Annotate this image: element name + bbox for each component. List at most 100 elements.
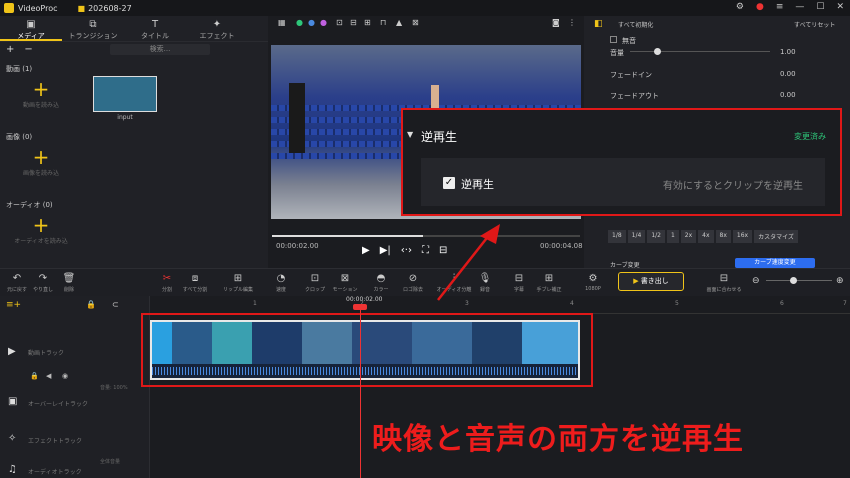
changed-status: 変更済み [794,132,826,141]
image-section-title[interactable]: 画像 (0) [0,132,32,142]
curve-speed-button[interactable]: カーブ速度変更 [735,258,815,268]
speed-button[interactable]: 1/2 [647,230,665,243]
export-button[interactable]: ▶ 書き出し [618,272,684,291]
tab-media[interactable]: ▣ メディア [0,16,62,41]
add-audio-button[interactable]: + オーディオを読み込 [8,214,74,256]
snapshot-icon[interactable]: ◙ [552,18,560,27]
project-name[interactable]: ■ 202608-27 [78,4,132,13]
crop-button[interactable]: ⊡ クロップ [300,273,330,293]
color-button[interactable]: ◓ カラー [366,273,396,293]
playhead-handle[interactable] [353,304,367,310]
split-all-button[interactable]: ⧈ すべて分割 [180,273,210,293]
effect-track-label: エフェクトトラック [28,438,83,445]
search-input[interactable]: 検索... [110,44,210,55]
grid-icon[interactable]: ▦ [278,18,286,27]
volume-slider[interactable] [630,51,770,52]
close-icon[interactable]: ✕ [836,2,844,12]
settings-icon[interactable]: ⚙ [736,2,744,12]
ripple-edit-button[interactable]: ⊞ リップル編集 [218,273,258,293]
logo-remove-icon: ⊘ [408,273,418,284]
trash-icon: 🗑 [62,273,76,284]
volume-knob[interactable] [654,48,661,55]
fullscreen-icon[interactable]: ⛶ [422,245,429,256]
reverse-checkbox-label[interactable]: 逆再生 [461,176,494,192]
reset-all-button[interactable]: すべて初期化 [618,20,653,29]
zoom-knob[interactable] [790,277,797,284]
audio-track-label: オーディオトラック [28,469,82,476]
zoom-slider[interactable] [766,280,832,281]
move-tool-icon[interactable]: ⊞ [364,18,371,27]
track-visible-icon[interactable]: ◉ [62,372,68,380]
purple-dot-icon[interactable]: ● [320,18,327,27]
maximize-icon[interactable]: ☐ [816,2,824,12]
effect-icon: ✦ [212,19,222,30]
tab-title[interactable]: T タイトル [124,16,186,41]
mirror-icon[interactable]: ⊠ [412,18,419,27]
tab-effect[interactable]: ✦ エフェクト [186,16,248,41]
delete-button[interactable]: 🗑 削除 [54,273,84,293]
lock-all-icon[interactable]: 🔒 [86,300,96,309]
minimize-icon[interactable]: — [795,2,804,12]
window-controls: ⚙ ● ≡ — ☐ ✕ [736,2,844,12]
split-button[interactable]: ✂ 分割 [152,273,182,293]
add-image-button[interactable]: + 画像を読み込 [8,146,74,188]
media-tabs: ▣ メディア ⧉ トランジション T タイトル ✦ エフェクト [0,16,268,42]
notification-icon[interactable]: ● [756,2,764,12]
track-volume-tag: 音量: 100% [100,385,128,391]
speed-button[interactable]: 1 [666,230,679,243]
blue-dot-icon[interactable]: ● [308,18,315,27]
fit-screen-button[interactable]: ⊟ 画面に合わせる [704,273,744,293]
remove-icon[interactable]: − [24,44,32,55]
playhead[interactable] [360,304,361,478]
motion-icon: ⊠ [340,273,350,284]
resolution-button[interactable]: ⚙ 1080P [578,273,608,292]
plus-icon: + [32,145,50,169]
track-mute-icon[interactable]: ◀ [46,372,51,380]
caption-text: 映像と音声の両方を逆再生 [372,422,744,457]
add-icon[interactable]: + [6,44,14,55]
video-section-title[interactable]: 動画 (1) [0,64,32,74]
reset-all-button-2[interactable]: すべてリセット [794,20,835,29]
green-dot-icon[interactable]: ● [296,18,303,27]
add-video-button[interactable]: + 動画を読み込 [8,78,74,120]
next-frame-icon[interactable]: ▶| [380,245,391,256]
zoom-in-icon[interactable]: ⊕ [836,276,844,286]
panel-toggle-icon[interactable]: ◧ [594,19,603,29]
add-track-icon[interactable]: ≡+ [6,300,21,310]
mute-checkbox[interactable] [610,36,617,43]
plus-icon: + [32,77,50,101]
preview-menu-icon[interactable]: ⋮ [568,18,576,27]
stabilize-icon: ⊞ [544,273,554,284]
menu-icon[interactable]: ≡ [776,2,784,12]
speed-button[interactable]: 1/4 [627,230,646,243]
collapse-arrow-icon[interactable]: ▼ [407,130,413,139]
speed-button[interactable]: 8x [715,230,731,243]
tab-transition[interactable]: ⧉ トランジション [62,16,124,41]
track-lock-icon[interactable]: 🔒 [30,372,39,380]
speed-tool-button[interactable]: ◔ 速度 [266,273,296,293]
play-icon[interactable]: ▶ [362,245,370,256]
speed-button[interactable]: 4x [698,230,714,243]
lock-icon[interactable]: ⊓ [380,18,386,27]
speed-button-custom[interactable]: カスタマイズ [754,230,798,243]
fill-icon[interactable]: ▲ [396,18,402,27]
app-logo-icon [4,3,14,13]
photographer-figure [289,83,305,153]
speed-button[interactable]: 16x [732,230,753,243]
app-name: VideoProc [18,3,58,13]
magnet-icon[interactable]: ⊂ [112,300,119,309]
reverse-checkbox[interactable]: ✓ [443,177,455,189]
audio-section-title[interactable]: オーディオ (0) [0,200,53,210]
select-tool-icon[interactable]: ⊟ [350,18,357,27]
speed-button[interactable]: 1/8 [608,230,626,243]
motion-button[interactable]: ⊠ モーション [330,273,360,293]
stabilize-button[interactable]: ⊞ 手ブレ補正 [534,273,564,293]
effect-track-icon: ✧ [8,433,17,444]
zoom-out-icon[interactable]: ⊖ [752,276,760,286]
speed-button[interactable]: 2x [680,230,697,243]
crop-tool-icon[interactable]: ⊡ [336,18,343,27]
media-thumbnail[interactable] [93,76,157,112]
speed-buttons: 1/8 1/4 1/2 1 2x 4x 8x 16x カスタマイズ [608,230,798,243]
logo-remove-button[interactable]: ⊘ ロゴ除去 [398,273,428,293]
jump-icon[interactable]: ‹·› [401,245,412,256]
